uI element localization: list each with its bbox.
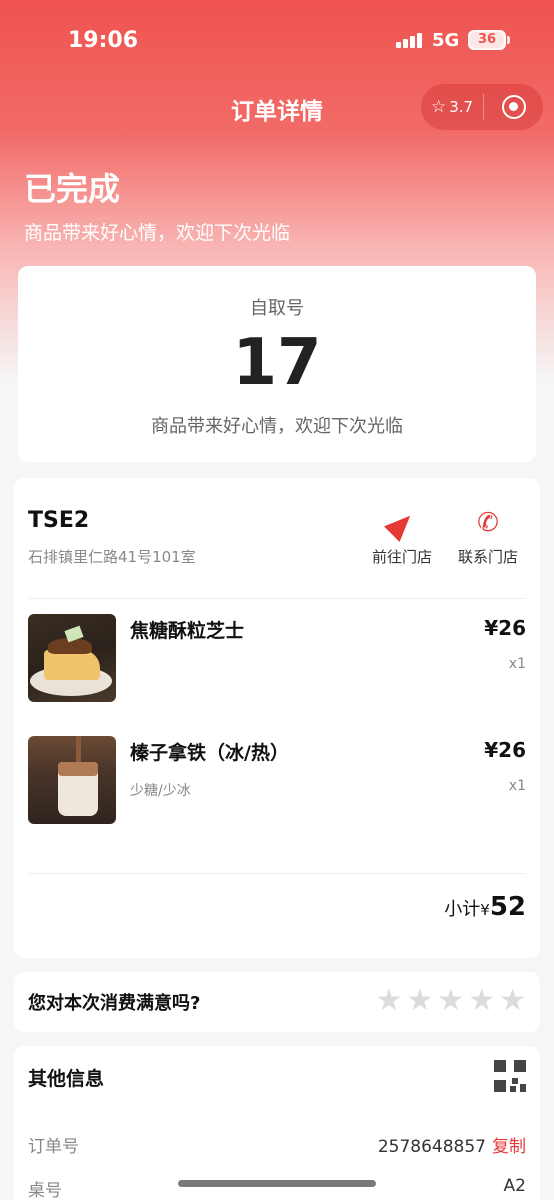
home-indicator[interactable] [178,1180,376,1187]
status-bar: 19:06 5G 36 [0,0,554,80]
other-info-title: 其他信息 [28,1068,105,1090]
table-number-value: A2 [503,1176,526,1196]
item-price: ¥26 [484,738,526,762]
star-icon[interactable]: ★ [437,984,464,1018]
order-status: 已完成 [24,170,121,208]
order-number-value: 2578648857 [377,1137,486,1157]
star-icon[interactable]: ★ [499,984,526,1018]
close-target-icon[interactable] [502,95,526,119]
battery-tip [507,36,510,44]
list-item: 榛子拿铁（冰/热） 少糖/少冰 ¥26 x1 [28,736,526,826]
network-type: 5G [432,30,460,51]
other-info-card: 其他信息 订单号 2578648857 复制 桌号 A2 [14,1046,540,1200]
copy-button[interactable]: 复制 [492,1137,526,1157]
pickup-message: 商品带来好心情，欢迎下次光临 [151,416,403,437]
rating-button[interactable]: ☆ 3.7 [421,97,483,117]
capsule-divider [483,94,484,120]
phone-icon: ✆ [477,508,499,538]
product-image-hazelnut-latte [28,736,116,824]
contact-store-button[interactable]: ✆ 联系门店 [448,508,528,567]
item-price: ¥26 [484,616,526,640]
pickup-number: 17 [232,326,322,400]
product-image-caramel-cheesecake [28,614,116,702]
subtotal: 小计¥52 [444,892,526,922]
star-icon[interactable]: ★ [375,984,402,1018]
divider [28,598,526,599]
signal-icon [396,32,424,48]
contact-store-label: 联系门店 [457,548,518,566]
rating-value: 3.7 [449,98,474,116]
store-order-card: TSE2 石排镇里仁路41号101室 前往门店 ✆ 联系门店 焦糖酥粒芝士 ¥2… [14,478,540,958]
navigate-store-button[interactable]: 前往门店 [362,508,442,567]
star-outline-icon: ☆ [431,97,447,117]
pickup-label: 自取号 [250,298,304,319]
rating-card: 您对本次消费满意吗? ★ ★ ★ ★ ★ [14,972,540,1032]
divider [28,873,526,874]
order-number-value-wrap: 2578648857 复制 [378,1132,526,1157]
item-name: 榛子拿铁（冰/热） [130,742,289,764]
navigate-store-label: 前往门店 [371,548,432,566]
navigation-arrow-icon [384,508,418,542]
subtotal-label: 小计 [444,899,481,920]
star-icon[interactable]: ★ [406,984,433,1018]
order-number-row: 订单号 2578648857 复制 [28,1132,526,1158]
status-time: 19:06 [68,28,139,53]
item-quantity: x1 [508,656,526,672]
store-name: TSE2 [28,508,90,533]
star-icon[interactable]: ★ [468,984,495,1018]
mini-program-capsule: ☆ 3.7 [421,84,543,130]
store-address: 石排镇里仁路41号101室 [28,548,196,566]
subtotal-currency: ¥ [480,901,490,919]
star-rating: ★ ★ ★ ★ ★ [371,984,526,1018]
subtotal-amount: 52 [489,892,526,922]
order-number-label: 订单号 [28,1137,79,1157]
rating-question: 您对本次消费满意吗? [28,993,201,1014]
pickup-card: 自取号 17 商品带来好心情，欢迎下次光临 [18,266,536,462]
item-spec: 少糖/少冰 [130,783,191,799]
table-number-label: 桌号 [28,1181,62,1200]
battery-icon: 36 [468,30,506,50]
item-name: 焦糖酥粒芝士 [130,620,245,642]
order-status-message: 商品带来好心情，欢迎下次光临 [24,222,291,244]
item-quantity: x1 [508,778,526,794]
list-item: 焦糖酥粒芝士 ¥26 x1 [28,614,526,704]
qr-code-icon[interactable] [494,1060,526,1092]
